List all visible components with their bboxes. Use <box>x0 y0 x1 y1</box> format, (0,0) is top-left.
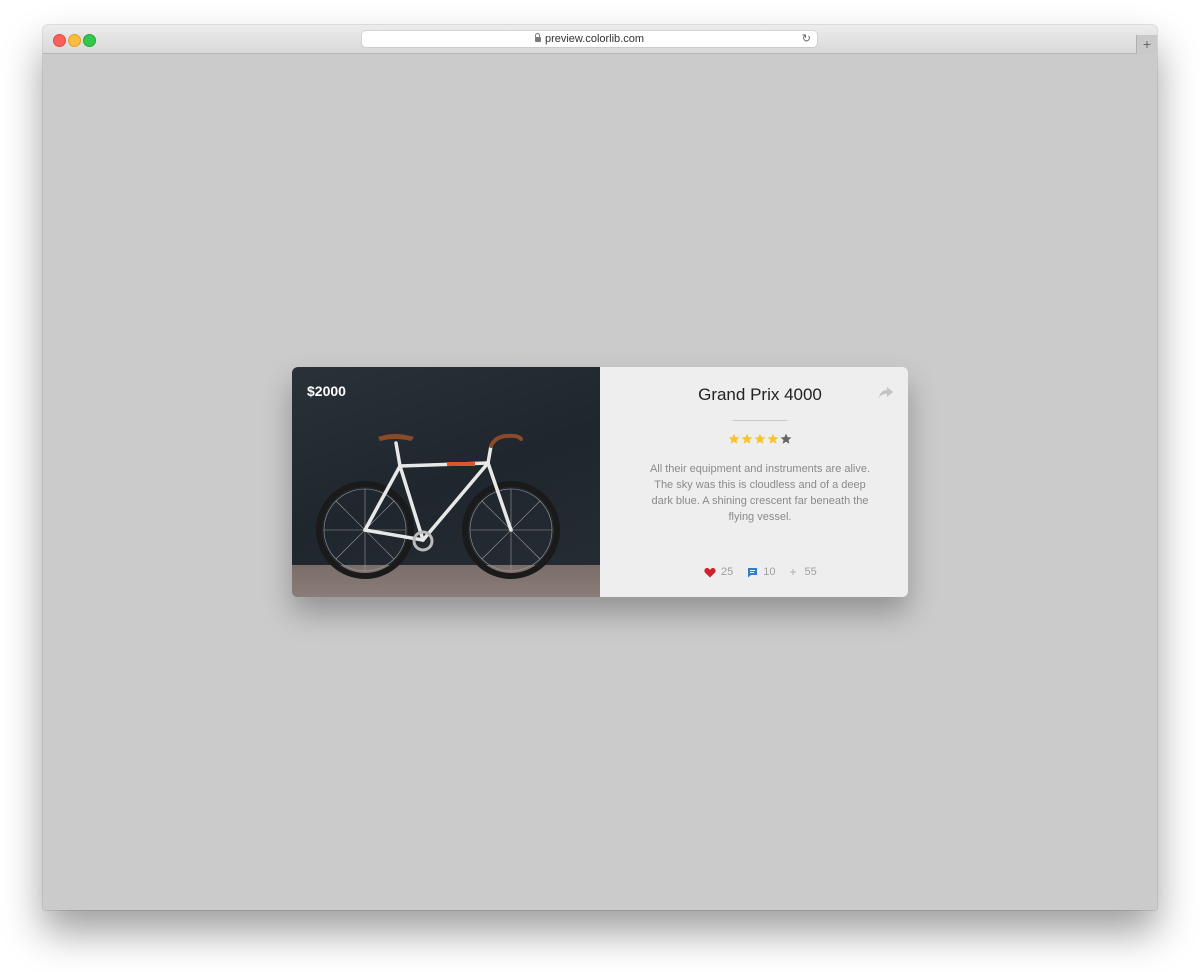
browser-window: preview.colorlib.com ↻ + $2000 Grand Pri… <box>43 25 1157 910</box>
plus-icon: + <box>789 565 797 579</box>
address-bar[interactable]: preview.colorlib.com ↻ <box>362 31 817 47</box>
product-title: Grand Prix 4000 <box>698 385 822 404</box>
url-text: preview.colorlib.com <box>544 33 645 45</box>
product-price: $2000 <box>307 383 346 399</box>
shares-stat[interactable]: + 55 <box>790 565 817 579</box>
likes-stat[interactable]: 25 <box>704 566 733 578</box>
product-description: All their equipment and instruments are … <box>649 463 871 523</box>
star-filled-icon[interactable] <box>728 433 740 445</box>
new-tab-button[interactable]: + <box>1136 35 1157 54</box>
browser-titlebar: preview.colorlib.com ↻ + <box>43 25 1157 54</box>
star-empty-icon[interactable] <box>780 433 792 445</box>
lock-icon <box>534 33 541 42</box>
reload-icon[interactable]: ↻ <box>802 31 811 47</box>
star-filled-icon[interactable] <box>741 433 753 445</box>
heart-icon <box>704 567 716 577</box>
maximize-window-button[interactable] <box>83 34 96 47</box>
rating-stars <box>728 433 792 445</box>
product-card: $2000 Grand Prix 4000 All their equipmen… <box>292 367 908 597</box>
title-divider <box>733 420 787 421</box>
share-icon[interactable] <box>878 386 894 400</box>
shares-count: 55 <box>804 566 817 578</box>
likes-count: 25 <box>721 566 734 578</box>
comment-icon <box>748 567 758 577</box>
product-image: $2000 <box>292 367 600 597</box>
star-filled-icon[interactable] <box>767 433 779 445</box>
bicycle-illustration <box>316 433 560 579</box>
product-stats: 25 10 + 55 <box>704 565 831 579</box>
close-window-button[interactable] <box>53 34 66 47</box>
star-filled-icon[interactable] <box>754 433 766 445</box>
comments-stat[interactable]: 10 <box>747 566 776 578</box>
minimize-window-button[interactable] <box>68 34 81 47</box>
comments-count: 10 <box>763 566 776 578</box>
product-details: Grand Prix 4000 All their equipment and … <box>600 367 908 597</box>
